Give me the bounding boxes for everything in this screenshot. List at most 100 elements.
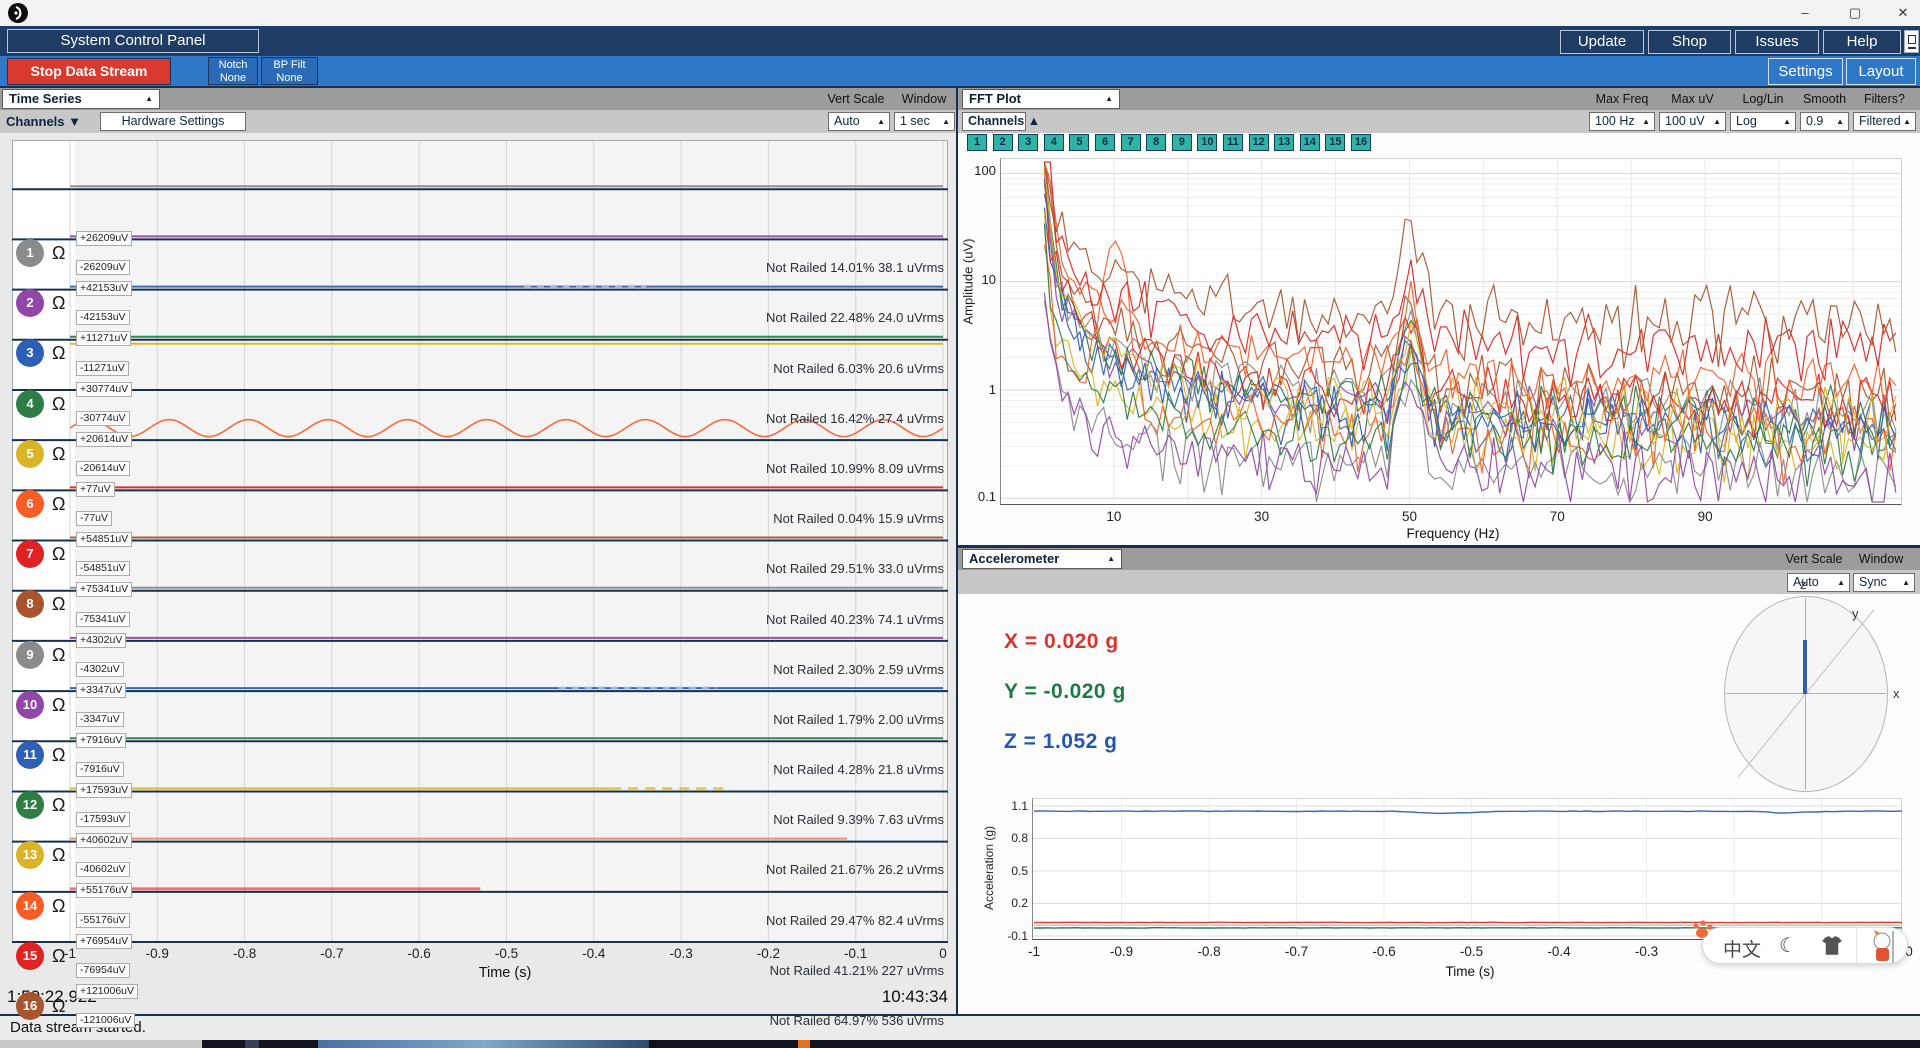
fft-x-tick: 50 (1401, 509, 1418, 524)
channel-toggle-13[interactable]: 13 (16, 841, 44, 870)
fft-channel-button-9[interactable]: 9 (1171, 134, 1192, 151)
channel-toggle-12[interactable]: 12 (16, 791, 44, 820)
channel-railed-status: Not Railed 1.79% 2.00 uVrms (773, 711, 944, 727)
time-series-widget: Time Series ▲ Vert Scale Window Channels … (0, 88, 956, 1028)
window-dropdown[interactable]: 1 sec ▲ (894, 112, 955, 131)
channel-toggle-11[interactable]: 11 (16, 740, 44, 769)
main-toolbar: Stop Data Stream Notch None BP Filt None… (0, 56, 1920, 86)
channel-toggle-15[interactable]: 15 (16, 941, 44, 970)
close-button[interactable]: ✕ (1886, 2, 1920, 24)
channel-toggle-5[interactable]: 5 (16, 439, 44, 468)
fft-ctl-dropdown-3[interactable]: 0.9 ▲ (1800, 112, 1849, 131)
fft-ctl-dropdown-1[interactable]: 100 uV ▲ (1659, 112, 1726, 131)
fft-channels-dropdown[interactable]: Channels ▲ (962, 112, 1040, 131)
vert-scale-dropdown[interactable]: Auto ▲ (828, 112, 890, 131)
accel-window-value: Sync (1859, 575, 1887, 589)
page-title: System Control Panel (7, 29, 259, 53)
channel-vmax-label: +55176uV (76, 883, 133, 899)
channel-toggle-7[interactable]: 7 (16, 540, 44, 569)
impedance-button-10[interactable]: Ω (52, 695, 65, 716)
accel-vert-scale-dropdown[interactable]: Auto ▲ (1787, 573, 1850, 592)
ime-mascot[interactable] (1856, 929, 1908, 963)
fft-channel-button-14[interactable]: 14 (1299, 134, 1320, 151)
notch-filter-button[interactable]: Notch None (208, 57, 258, 85)
fft-channel-button-15[interactable]: 15 (1325, 134, 1346, 151)
fft-channel-button-3[interactable]: 3 (1018, 134, 1039, 151)
nav-button-help[interactable]: Help (1823, 30, 1901, 54)
channel-toggle-14[interactable]: 14 (16, 891, 44, 920)
fft-channel-button-12[interactable]: 12 (1248, 134, 1269, 151)
channel-railed-status: Not Railed 2.30% 2.59 uVrms (773, 661, 944, 677)
accel-x-tick: -1 (1027, 944, 1040, 959)
impedance-button-11[interactable]: Ω (52, 745, 65, 766)
impedance-button-3[interactable]: Ω (52, 343, 65, 364)
channel-toggle-9[interactable]: 9 (16, 640, 44, 669)
minimize-button[interactable]: – (1788, 2, 1822, 24)
fft-ctl-dropdown-4[interactable]: Filtered ▲ (1853, 112, 1916, 131)
channel-toggle-10[interactable]: 10 (16, 690, 44, 719)
accel-title-dropdown[interactable]: Accelerometer ▲ (962, 549, 1122, 569)
maximize-button[interactable]: ▢ (1838, 2, 1872, 24)
ime-language-toggle[interactable]: 中文 (1723, 935, 1761, 962)
channel-toggle-8[interactable]: 8 (16, 590, 44, 619)
impedance-button-7[interactable]: Ω (52, 544, 65, 565)
channel-toggle-2[interactable]: 2 (16, 289, 44, 318)
channel-toggle-6[interactable]: 6 (16, 490, 44, 519)
channels-dropdown-button[interactable]: Channels ▼ (6, 114, 81, 129)
fft-header: FFT Plot ▲ Max Freq Max uV Log/Lin Smooth Fil… (958, 88, 1920, 110)
channel-toggle-1[interactable]: 1 (16, 239, 44, 268)
fft-channel-button-11[interactable]: 11 (1223, 134, 1243, 151)
window-label: Window (901, 92, 947, 106)
fft-channel-button-7[interactable]: 7 (1120, 134, 1141, 151)
channel-toggle-16[interactable]: 16 (16, 991, 44, 1020)
fft-channel-button-1[interactable]: 1 (967, 134, 987, 151)
fft-channel-button-2[interactable]: 2 (992, 134, 1013, 151)
fft-channel-button-8[interactable]: 8 (1146, 134, 1167, 151)
impedance-button-1[interactable]: Ω (52, 243, 65, 264)
accel-window-dropdown[interactable]: Sync ▲ (1853, 573, 1915, 592)
fft-channel-button-6[interactable]: 6 (1095, 134, 1115, 151)
fft-channel-button-5[interactable]: 5 (1069, 134, 1090, 151)
fft-title-dropdown[interactable]: FFT Plot ▲ (962, 89, 1120, 109)
fft-channels-label: Channels ▲ (968, 114, 1041, 128)
bandpass-filter-button[interactable]: BP Filt None (261, 57, 318, 85)
channel-toggle-4[interactable]: 4 (16, 389, 44, 418)
fft-ctl-dropdown-0[interactable]: 100 Hz ▲ (1589, 112, 1655, 131)
nav-button-issues[interactable]: Issues (1735, 30, 1819, 54)
fft-channel-button-13[interactable]: 13 (1274, 134, 1295, 151)
shirt-icon[interactable] (1821, 936, 1843, 956)
channel-vmax-label: +77uV (76, 481, 115, 497)
fft-channel-button-16[interactable]: 16 (1351, 134, 1371, 151)
bandpass-label: BP Filt (273, 59, 306, 71)
impedance-button-14[interactable]: Ω (52, 896, 65, 917)
stop-data-stream-button[interactable]: Stop Data Stream (7, 58, 171, 85)
impedance-button-15[interactable]: Ω (52, 946, 65, 967)
channel-toggle-3[interactable]: 3 (16, 339, 44, 368)
notch-value: None (219, 72, 247, 84)
impedance-button-13[interactable]: Ω (52, 845, 65, 866)
fft-channel-button-10[interactable]: 10 (1197, 134, 1218, 151)
impedance-button-16[interactable]: Ω (52, 996, 65, 1017)
layout-button[interactable]: Layout (1846, 58, 1916, 85)
nav-button-update[interactable]: Update (1560, 30, 1644, 54)
fft-ctl-dropdown-2[interactable]: Log ▲ (1730, 112, 1796, 131)
fft-ctl-label-3: Smooth (1802, 92, 1847, 106)
channel-railed-status: Not Railed 14.01% 38.1 uVrms (765, 260, 944, 276)
impedance-button-5[interactable]: Ω (52, 444, 65, 465)
channel-railed-status: Not Railed 41.21% 227 uVrms (769, 962, 944, 978)
impedance-button-12[interactable]: Ω (52, 795, 65, 816)
settings-button[interactable]: Settings (1768, 58, 1843, 85)
moon-icon[interactable]: ☾ (1779, 933, 1797, 958)
channel-railed-status: Not Railed 0.04% 15.9 uVrms (773, 511, 944, 527)
impedance-button-6[interactable]: Ω (52, 494, 65, 515)
impedance-button-8[interactable]: Ω (52, 594, 65, 615)
nav-button-shop[interactable]: Shop (1648, 30, 1731, 54)
fft-channel-button-4[interactable]: 4 (1043, 134, 1064, 151)
hardware-settings-button[interactable]: Hardware Settings (100, 112, 246, 131)
console-icon[interactable] (1904, 30, 1919, 53)
impedance-button-4[interactable]: Ω (52, 394, 65, 415)
impedance-button-2[interactable]: Ω (52, 293, 65, 314)
time-series-title-dropdown[interactable]: Time Series ▲ (2, 89, 160, 109)
impedance-button-9[interactable]: Ω (52, 645, 65, 666)
fft-series-15 (1044, 161, 1897, 387)
